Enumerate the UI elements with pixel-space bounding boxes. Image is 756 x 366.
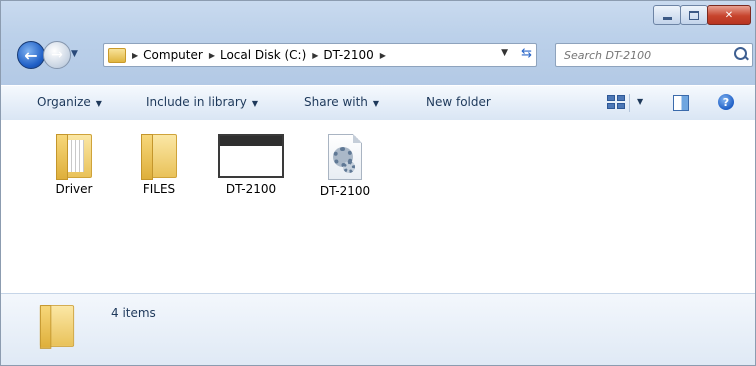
list-item[interactable]: DT-2100 xyxy=(310,134,380,198)
address-dropdown-icon[interactable]: ▼ xyxy=(501,48,508,58)
breadcrumb-separator[interactable]: ▶ xyxy=(312,51,318,60)
organize-label: Organize xyxy=(37,95,91,109)
breadcrumb-dt-2100[interactable]: DT-2100 xyxy=(323,48,373,62)
breadcrumb-computer[interactable]: Computer xyxy=(143,48,203,62)
recent-pages-button[interactable]: ▼ xyxy=(71,49,78,59)
include-in-library-button[interactable]: Include in library ▼ xyxy=(146,95,258,109)
minimize-icon xyxy=(662,16,672,20)
explorer-window: ✕ ← → ▼ ▶ Computer ▶ Local Disk (C:) ▶ D… xyxy=(0,0,756,366)
share-with-button[interactable]: Share with ▼ xyxy=(304,95,379,109)
organize-button[interactable]: Organize ▼ xyxy=(37,95,102,109)
gear-icon xyxy=(343,161,355,173)
settings-file-icon xyxy=(328,134,362,180)
list-item[interactable]: FILES xyxy=(124,134,194,196)
details-pane: 4 items xyxy=(1,293,755,365)
arrow-left-icon: ← xyxy=(24,45,38,65)
maximize-icon xyxy=(689,10,699,20)
chevron-down-icon: ▼ xyxy=(251,99,259,108)
new-folder-button[interactable]: New folder xyxy=(426,95,491,109)
command-bar: Organize ▼ Include in library ▼ Share with… xyxy=(1,85,755,121)
maximize-button[interactable] xyxy=(680,5,708,25)
search-icon[interactable] xyxy=(734,47,747,60)
documents-icon xyxy=(68,140,84,172)
file-list: Driver FILES DT-2100 DT-2100 xyxy=(1,120,755,293)
title-bar: ✕ ← → ▼ ▶ Computer ▶ Local Disk (C:) ▶ D… xyxy=(1,1,755,85)
back-button[interactable]: ← xyxy=(17,41,45,69)
view-tile-icon xyxy=(617,103,625,109)
minimize-button[interactable] xyxy=(653,5,681,25)
folder-with-documents-icon xyxy=(56,134,92,180)
caption-buttons: ✕ xyxy=(653,5,751,25)
forward-button[interactable]: → xyxy=(43,41,71,69)
include-in-library-label: Include in library xyxy=(146,95,247,109)
view-tile-icon xyxy=(607,95,615,101)
item-label: DT-2100 xyxy=(319,184,371,198)
divider xyxy=(629,94,630,112)
preview-pane-icon[interactable] xyxy=(673,95,689,111)
search-input[interactable] xyxy=(562,46,726,64)
chevron-down-icon: ▼ xyxy=(372,99,380,108)
folder-icon xyxy=(108,47,126,63)
breadcrumb-local-disk[interactable]: Local Disk (C:) xyxy=(220,48,306,62)
navigation-row: ← → ▼ ▶ Computer ▶ Local Disk (C:) ▶ DT-… xyxy=(9,39,753,69)
search-box[interactable] xyxy=(555,43,753,67)
change-view-button[interactable] xyxy=(605,93,625,111)
address-bar[interactable]: ▶ Computer ▶ Local Disk (C:) ▶ DT-2100 ▶… xyxy=(103,43,537,67)
help-icon[interactable]: ? xyxy=(718,94,734,110)
folder-icon xyxy=(39,305,75,349)
close-button[interactable]: ✕ xyxy=(707,5,751,25)
view-tile-icon xyxy=(607,103,615,109)
item-label: FILES xyxy=(142,182,176,196)
view-tile-icon xyxy=(617,95,625,101)
breadcrumb-separator[interactable]: ▶ xyxy=(380,51,386,60)
close-icon: ✕ xyxy=(724,9,734,21)
list-item[interactable]: DT-2100 xyxy=(216,134,286,196)
refresh-icon[interactable]: ⇆ xyxy=(521,46,532,61)
arrow-right-icon: → xyxy=(51,47,63,63)
chevron-down-icon: ▼ xyxy=(95,99,102,108)
item-count: 4 items xyxy=(111,306,156,320)
item-label: Driver xyxy=(55,182,93,196)
application-window-icon xyxy=(218,134,284,178)
item-label: DT-2100 xyxy=(225,182,277,196)
view-options-dropdown[interactable]: ▼ xyxy=(637,97,643,106)
share-with-label: Share with xyxy=(304,95,368,109)
breadcrumb-separator[interactable]: ▶ xyxy=(209,51,215,60)
breadcrumb-separator[interactable]: ▶ xyxy=(132,51,138,60)
list-item[interactable]: Driver xyxy=(39,134,109,196)
folder-icon xyxy=(141,134,177,180)
